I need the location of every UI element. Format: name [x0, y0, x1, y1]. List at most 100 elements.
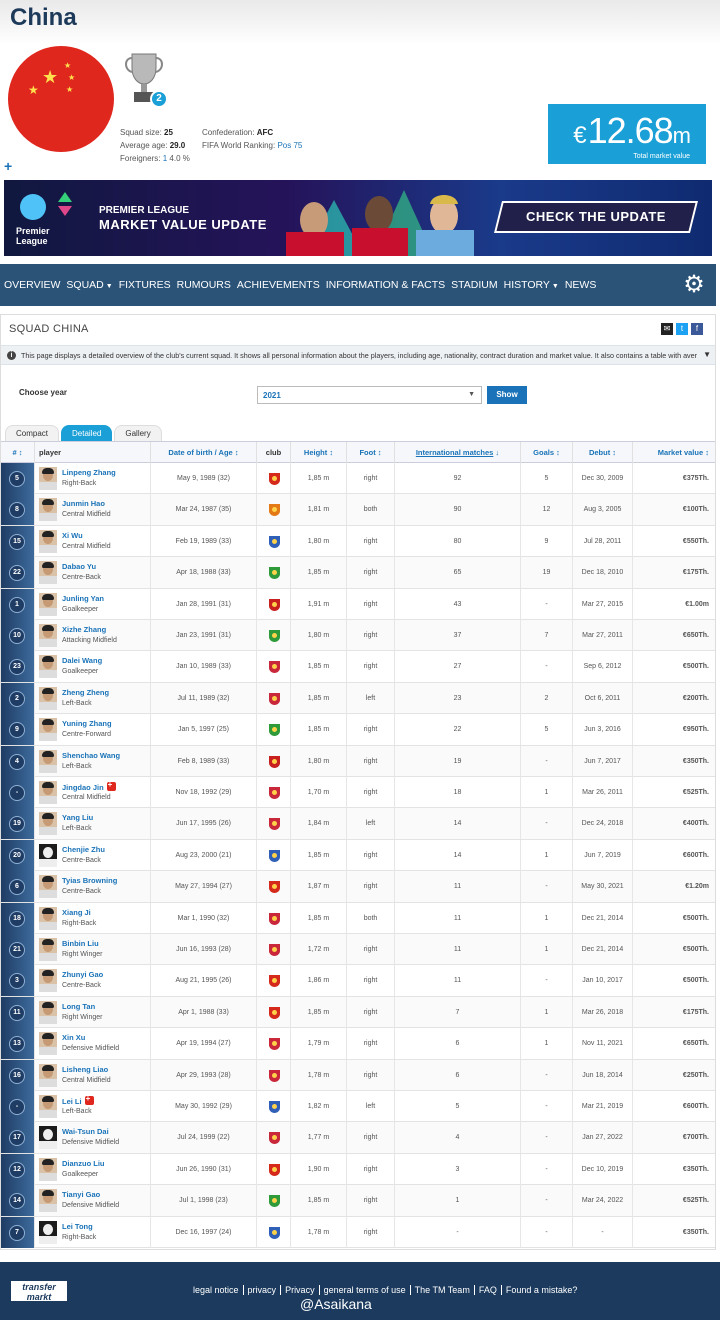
- player-name-link[interactable]: Tianyi Gao: [62, 1190, 100, 1199]
- col-number[interactable]: # ↕: [1, 442, 35, 464]
- nav-item-rumours[interactable]: RUMOURS: [177, 279, 231, 291]
- player-avatar[interactable]: [39, 592, 57, 616]
- nav-item-information-facts[interactable]: INFORMATION & FACTS: [326, 279, 445, 291]
- player-avatar[interactable]: [39, 498, 57, 522]
- expand-plus-icon[interactable]: +: [4, 158, 12, 174]
- player-avatar[interactable]: [39, 1095, 57, 1118]
- gear-icon[interactable]: ⚙: [682, 273, 706, 297]
- tab-gallery[interactable]: Gallery: [114, 425, 162, 441]
- player-name-link[interactable]: Yang Liu: [62, 813, 93, 822]
- player-name-link[interactable]: Wai-Tsun Dai: [62, 1127, 109, 1136]
- player-avatar[interactable]: [39, 467, 57, 490]
- footer-link-privacy[interactable]: Privacy: [281, 1285, 320, 1295]
- player-name-link[interactable]: Xizhe Zhang: [62, 625, 106, 634]
- ranking-link[interactable]: Pos 75: [277, 141, 302, 150]
- facebook-share-icon[interactable]: f: [691, 323, 703, 335]
- player-avatar[interactable]: [39, 1126, 57, 1150]
- injury-icon[interactable]: [106, 780, 116, 791]
- club-crest-icon[interactable]: [269, 473, 280, 485]
- market-value[interactable]: €650Th.: [633, 620, 715, 651]
- club-crest-icon[interactable]: [269, 1038, 280, 1051]
- footer-link-faq[interactable]: FAQ: [475, 1285, 502, 1295]
- market-value[interactable]: €525Th.: [633, 1185, 715, 1216]
- player-name-link[interactable]: Lei Li: [62, 1094, 94, 1106]
- market-value[interactable]: €1.20m: [633, 871, 715, 902]
- player-avatar[interactable]: [39, 1063, 57, 1087]
- club-crest-icon[interactable]: [269, 1069, 280, 1082]
- market-value[interactable]: €375Th.: [633, 463, 715, 494]
- col-international-matches[interactable]: International matches ↓: [395, 442, 521, 464]
- col-goals[interactable]: Goals ↕: [521, 442, 573, 464]
- check-update-button[interactable]: CHECK THE UPDATE: [498, 201, 694, 233]
- market-value[interactable]: €500Th.: [633, 651, 715, 682]
- market-value[interactable]: €600Th.: [633, 840, 715, 871]
- premier-league-banner[interactable]: Premier League PREMIER LEAGUE MARKET VAL…: [4, 180, 712, 256]
- player-avatar[interactable]: [39, 561, 57, 585]
- year-select[interactable]: 2021 ▼: [257, 386, 482, 404]
- player-name-link[interactable]: Zhunyi Gao: [62, 970, 103, 979]
- player-avatar[interactable]: [39, 686, 57, 710]
- market-value[interactable]: €350Th.: [633, 746, 715, 777]
- club-crest-icon[interactable]: [269, 849, 280, 862]
- club-crest-icon[interactable]: [269, 1101, 280, 1113]
- footer-link-general-terms-of-use[interactable]: general terms of use: [320, 1285, 411, 1295]
- footer-link-privacy[interactable]: privacy: [244, 1285, 282, 1295]
- nav-item-fixtures[interactable]: FIXTURES: [119, 279, 171, 291]
- market-value[interactable]: €550Th.: [633, 526, 715, 557]
- nav-item-news[interactable]: NEWS: [565, 279, 597, 291]
- club-crest-icon[interactable]: [269, 504, 280, 517]
- market-value[interactable]: €600Th.: [633, 1091, 715, 1122]
- market-value[interactable]: €400Th.: [633, 808, 715, 839]
- player-name-link[interactable]: Junmin Hao: [62, 499, 105, 508]
- player-avatar[interactable]: [39, 1220, 57, 1244]
- club-crest-icon[interactable]: [269, 630, 280, 642]
- col-height[interactable]: Height ↕: [291, 442, 347, 464]
- player-name-link[interactable]: Binbin Liu: [62, 939, 99, 948]
- email-share-icon[interactable]: ✉: [661, 323, 673, 335]
- player-name-link[interactable]: Yuning Zhang: [62, 719, 112, 728]
- chevron-down-icon[interactable]: ▼: [703, 350, 711, 359]
- transfermarkt-logo[interactable]: transfer markt: [10, 1280, 68, 1302]
- player-name-link[interactable]: Chenjie Zhu: [62, 845, 105, 854]
- market-value[interactable]: €525Th.: [633, 777, 715, 808]
- total-market-value-box[interactable]: €12.68m Total market value: [548, 104, 706, 164]
- nav-item-squad[interactable]: SQUAD ▼: [66, 279, 112, 291]
- col-foot[interactable]: Foot ↕: [347, 442, 395, 464]
- player-name-link[interactable]: Linpeng Zhang: [62, 468, 116, 477]
- player-avatar[interactable]: [39, 1189, 57, 1213]
- twitter-share-icon[interactable]: t: [676, 323, 688, 335]
- club-crest-icon[interactable]: [269, 787, 280, 799]
- club-crest-icon[interactable]: [269, 1132, 280, 1145]
- player-name-link[interactable]: Zheng Zheng: [62, 688, 109, 697]
- player-name-link[interactable]: Dianzuo Liu: [62, 1159, 105, 1168]
- market-value[interactable]: €950Th.: [633, 714, 715, 745]
- info-bar[interactable]: i This page displays a detailed overview…: [1, 345, 715, 365]
- club-crest-icon[interactable]: [269, 535, 280, 548]
- club-crest-icon[interactable]: [269, 975, 280, 988]
- player-avatar[interactable]: [39, 781, 57, 804]
- player-name-link[interactable]: Junling Yan: [62, 594, 104, 603]
- club-crest-icon[interactable]: [269, 1226, 280, 1239]
- col-dob[interactable]: Date of birth / Age ↕: [151, 442, 257, 464]
- player-name-link[interactable]: Tyias Browning: [62, 876, 117, 885]
- footer-link-found-a-mistake[interactable]: Found a mistake?: [502, 1285, 582, 1295]
- player-avatar[interactable]: [39, 1032, 57, 1056]
- player-avatar[interactable]: [39, 843, 57, 867]
- club-crest-icon[interactable]: [269, 661, 280, 674]
- club-crest-icon[interactable]: [269, 755, 280, 768]
- player-avatar[interactable]: [39, 529, 57, 553]
- market-value[interactable]: €650Th.: [633, 1028, 715, 1059]
- player-name-link[interactable]: Xi Wu: [62, 531, 83, 540]
- player-avatar[interactable]: [39, 969, 57, 993]
- club-crest-icon[interactable]: [269, 692, 280, 705]
- player-avatar[interactable]: [39, 938, 57, 961]
- footer-link-legal-notice[interactable]: legal notice: [189, 1285, 244, 1295]
- player-avatar[interactable]: [39, 624, 57, 647]
- show-button[interactable]: Show: [487, 386, 527, 404]
- market-value[interactable]: €500Th.: [633, 903, 715, 934]
- club-crest-icon[interactable]: [269, 912, 280, 925]
- footer-link-the-tm-team[interactable]: The TM Team: [411, 1285, 475, 1295]
- player-avatar[interactable]: [39, 718, 57, 742]
- player-name-link[interactable]: Long Tan: [62, 1002, 95, 1011]
- player-avatar[interactable]: [39, 1157, 57, 1181]
